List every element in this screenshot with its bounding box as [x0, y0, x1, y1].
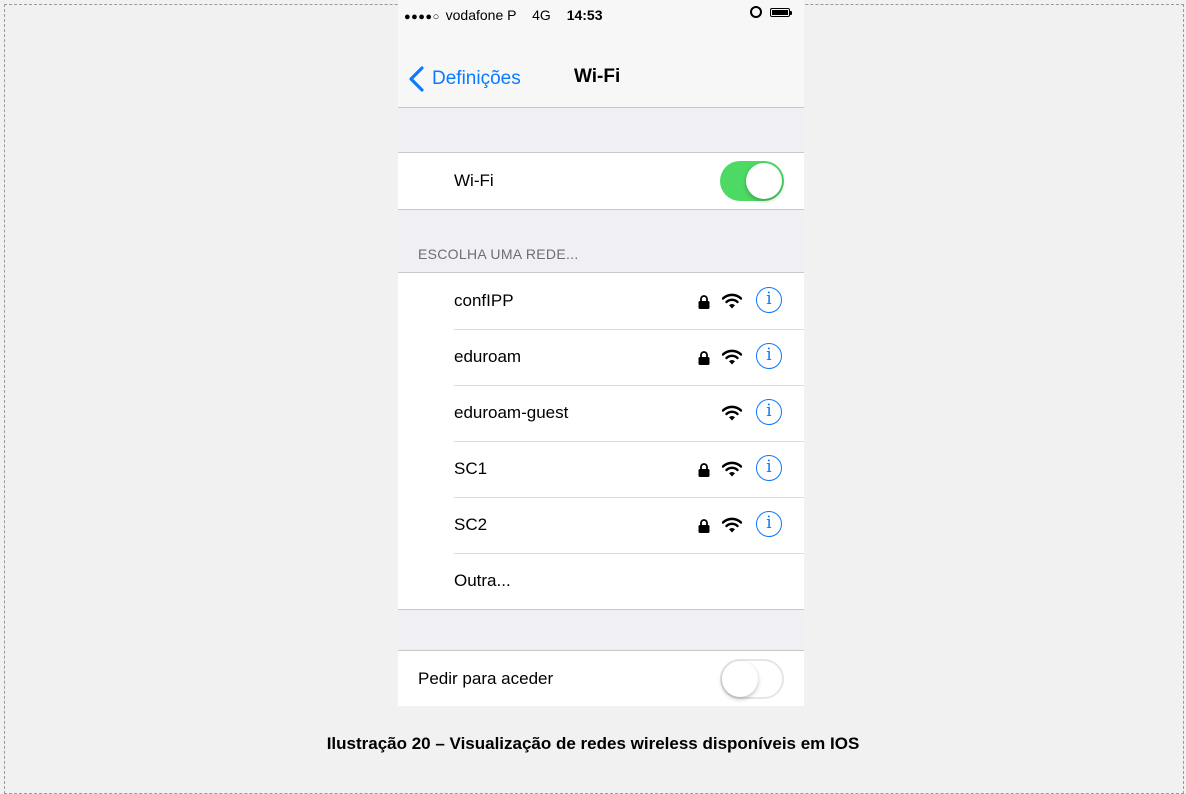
network-name: SC1	[454, 459, 488, 478]
info-icon[interactable]: i	[756, 455, 782, 481]
alarm-icon	[750, 6, 762, 18]
network-list: confIPP i eduroam i eduroam-guest i SC1 …	[398, 272, 804, 610]
figure-caption: Ilustração 20 – Visualização de redes wi…	[326, 734, 860, 753]
other-network-row[interactable]: Outra...	[398, 553, 804, 609]
network-row-confipp[interactable]: confIPP i	[398, 273, 804, 329]
lock-icon	[698, 295, 710, 309]
network-icons: i	[698, 343, 782, 371]
status-time: 14:53	[566, 7, 603, 23]
status-bar: ●●●●○ vodafone P 4G 14:53	[398, 0, 804, 28]
other-network-label: Outra...	[454, 571, 511, 590]
lock-icon	[698, 519, 710, 533]
wifi-signal-icon	[722, 293, 742, 309]
wifi-signal-icon	[722, 405, 742, 421]
wifi-signal-icon	[722, 461, 742, 477]
network-icons: i	[698, 287, 782, 315]
chevron-left-icon	[409, 66, 424, 92]
info-icon[interactable]: i	[756, 511, 782, 537]
status-right	[750, 6, 792, 18]
status-left: ●●●●○ vodafone P 4G 14:53	[404, 7, 603, 23]
ask-to-join-label: Pedir para aceder	[418, 669, 554, 688]
wifi-signal-icon	[722, 517, 742, 533]
wifi-toggle-row: Wi-Fi	[398, 153, 804, 209]
network-icons: i	[698, 455, 782, 483]
ask-to-join-switch[interactable]	[720, 659, 784, 699]
lock-icon	[698, 463, 710, 477]
network-icons: i	[698, 511, 782, 539]
page-title: Wi-Fi	[574, 66, 621, 87]
wifi-toggle-switch[interactable]	[720, 161, 784, 201]
network-icons: i	[698, 399, 782, 427]
signal-strength: ●●●●○	[404, 11, 440, 23]
toggle-knob	[722, 661, 758, 697]
network-name: eduroam-guest	[454, 403, 569, 422]
toggle-knob	[746, 163, 782, 199]
wifi-toggle-group: Wi-Fi	[398, 152, 804, 210]
network-row-sc2[interactable]: SC2 i	[398, 497, 804, 553]
networks-section-header: ESCOLHA UMA REDE...	[418, 246, 579, 262]
network-name: eduroam	[454, 347, 522, 366]
navigation-bar: Definições Wi-Fi	[398, 28, 804, 108]
wifi-toggle-label: Wi-Fi	[454, 171, 494, 190]
network-type: 4G	[532, 7, 551, 23]
network-row-eduroam-guest[interactable]: eduroam-guest i	[398, 385, 804, 441]
phone-screen: ●●●●○ vodafone P 4G 14:53 Definições Wi-…	[398, 0, 804, 706]
wifi-signal-icon	[722, 349, 742, 365]
carrier-name: vodafone P	[445, 7, 517, 23]
network-row-sc1[interactable]: SC1 i	[398, 441, 804, 497]
back-button[interactable]: Definições	[406, 66, 521, 92]
info-icon[interactable]: i	[756, 399, 782, 425]
network-row-eduroam[interactable]: eduroam i	[398, 329, 804, 385]
ask-to-join-row: Pedir para aceder	[398, 651, 804, 706]
ask-to-join-group: Pedir para aceder	[398, 650, 804, 706]
info-icon[interactable]: i	[756, 287, 782, 313]
battery-icon	[770, 7, 792, 17]
lock-icon	[698, 351, 710, 365]
info-icon[interactable]: i	[756, 343, 782, 369]
network-name: confIPP	[454, 291, 514, 310]
network-name: SC2	[454, 515, 488, 534]
back-button-label: Definições	[432, 68, 521, 89]
